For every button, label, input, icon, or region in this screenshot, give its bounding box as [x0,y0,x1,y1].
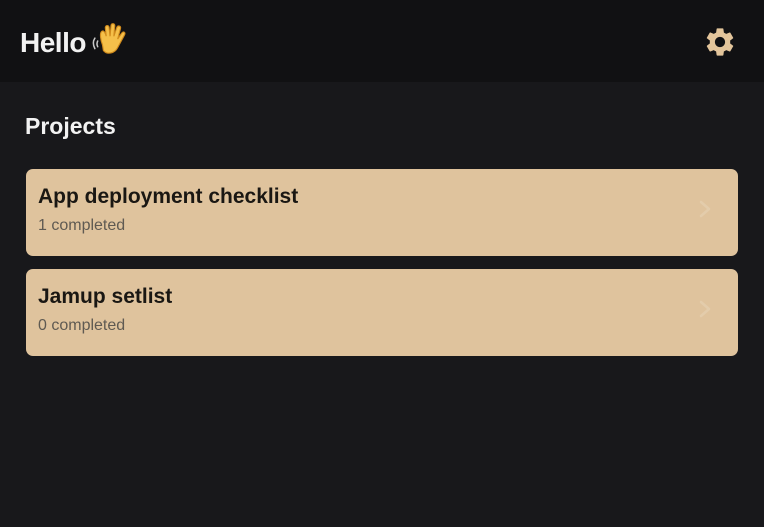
app-header: Hello [0,0,764,82]
chevron-right-icon [699,200,711,218]
gear-icon [706,28,734,56]
project-name: App deployment checklist [38,185,299,208]
project-status: 0 completed [38,317,126,334]
chevron-right-icon [699,300,711,318]
project-card[interactable]: App deployment checklist 1 completed [26,169,738,256]
settings-button[interactable] [702,24,738,60]
project-card[interactable]: Jamup setlist 0 completed [26,269,738,356]
project-name: Jamup setlist [38,285,173,308]
greeting: Hello [20,23,130,60]
greeting-text: Hello [20,27,86,58]
section-title: Projects [25,113,116,139]
project-status: 1 completed [38,217,126,234]
project-list: App deployment checklist 1 completed Jam… [26,169,738,369]
waving-hand-icon [92,23,126,54]
